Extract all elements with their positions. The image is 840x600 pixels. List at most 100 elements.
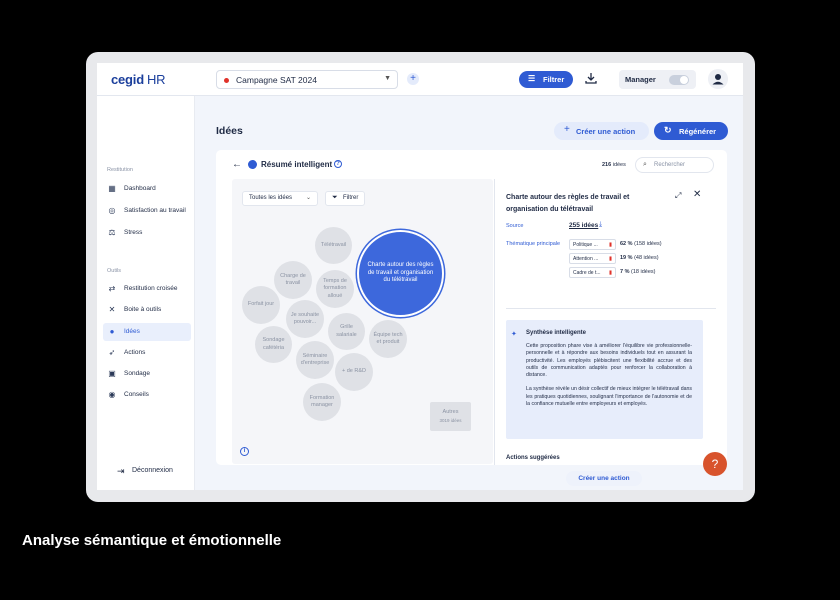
expand-icon[interactable]: ⤢ — [675, 191, 681, 201]
idea-bubble[interactable]: Temps de formation alloué — [316, 270, 354, 308]
bubble-filter-button[interactable]: ⏷ Filtrer — [325, 191, 365, 206]
manager-toggle[interactable] — [669, 75, 689, 85]
sidebar-item-idees[interactable]: ● Idées — [103, 323, 191, 341]
sidebar-item-stress[interactable]: ⚖ Stress — [103, 224, 191, 242]
create-action-button[interactable]: + Créer une action — [554, 122, 649, 140]
sidebar-item-actions[interactable]: ➶ Actions — [103, 344, 191, 362]
idea-bubble[interactable]: Télétravail — [315, 227, 352, 264]
sidebar-item-label: Stress — [124, 229, 143, 236]
bubble-filter-label: Filtrer — [343, 195, 359, 201]
sidebar-item-label: Boite à outils — [124, 306, 162, 313]
sidebar-item-label: Sondage — [124, 370, 151, 377]
ideas-select-label: Toutes les idées — [249, 195, 293, 201]
sidebar-item-dashboard[interactable]: ▦ Dashboard — [103, 180, 191, 198]
idea-bubble[interactable]: Sondage cafétéria — [255, 326, 292, 363]
rocket-icon: ➶ — [108, 348, 116, 357]
bulb-icon: ● — [109, 327, 115, 336]
idea-detail-panel: Charte autour des règles de travail et o… — [494, 179, 727, 486]
theme-tag[interactable]: Attention ... ▮ — [569, 253, 616, 264]
sidebar-item-label: Conseils — [124, 391, 149, 398]
target-icon: ◉ — [108, 390, 116, 399]
theme-count: (18 idées) — [631, 269, 656, 275]
detail-title: Charte autour des règles de travail et o… — [506, 194, 630, 213]
sidebar-item-label: Actions — [124, 349, 146, 356]
help-icon[interactable]: ? — [334, 160, 342, 168]
theme-value: 19 % (48 idées) — [620, 255, 659, 261]
ideas-count-value: 216 — [602, 162, 612, 168]
source-label: Source — [506, 223, 524, 229]
manager-label: Manager — [625, 75, 656, 84]
refresh-icon: ↻ — [664, 125, 672, 135]
ideas-count-unit: idées — [612, 162, 626, 168]
theme-label: Thématique principale — [506, 241, 561, 247]
idea-bubble[interactable]: + de R&D — [335, 353, 373, 391]
search-placeholder: Rechercher — [654, 162, 686, 168]
synthesis-text: Cette proposition phare vise à améliorer… — [526, 343, 692, 415]
create-suggested-action-button[interactable]: Créer une action — [566, 471, 642, 486]
theme-tag[interactable]: Politique ... ▮ — [569, 239, 616, 250]
idea-bubble[interactable]: Grille salariale — [328, 313, 365, 350]
smart-synthesis-box: ✦ Synthèse intelligente Cette propositio… — [506, 320, 703, 439]
logout-icon: ⇥ — [117, 466, 125, 476]
sidebar-item-label: Satisfaction au travail — [124, 207, 186, 214]
logout-label: Déconnexion — [132, 467, 173, 474]
chevron-down-icon: ▼ — [384, 75, 391, 82]
theme-tag[interactable]: Cadre de t... ▮ — [569, 267, 616, 278]
idea-bubble[interactable]: Charge de travail — [274, 261, 312, 299]
info-icon[interactable]: i — [240, 447, 249, 456]
suggested-actions-label: Actions suggérées — [506, 455, 560, 461]
synthesis-title: Synthèse intelligente — [526, 330, 587, 336]
synthesis-paragraph: La synthèse révèle un désir collectif de… — [526, 386, 692, 408]
sidebar: Restitution ▦ Dashboard ◎ Satisfaction a… — [97, 96, 195, 490]
chevron-down-icon: ⌄ — [305, 195, 311, 201]
app-logo[interactable]: cegid HR — [111, 72, 166, 87]
user-avatar-icon[interactable] — [708, 69, 728, 89]
arrows-icon: ⇄ — [108, 284, 116, 293]
idea-bubble[interactable]: Séminaire d'entreprise — [296, 341, 334, 379]
sidebar-item-conseils[interactable]: ◉ Conseils — [103, 386, 191, 404]
sidebar-item-restitution-croisee[interactable]: ⇄ Restitution croisée — [103, 280, 191, 298]
ideas-count: 216 idées — [602, 162, 626, 168]
sidebar-section-tools: Outils — [107, 268, 122, 274]
search-input[interactable]: ⌕ Rechercher — [635, 157, 714, 173]
tools-icon: ✕ — [108, 305, 116, 314]
download-icon[interactable] — [584, 71, 598, 85]
theme-tag-label: Cadre de t... — [573, 270, 601, 276]
download-icon[interactable]: ⤓ — [599, 221, 602, 229]
logo-brand: cegid — [111, 72, 144, 87]
filter-button[interactable]: ☰ Filtrer — [519, 71, 573, 88]
regenerate-button[interactable]: ↻ Régénérer — [654, 122, 728, 140]
funnel-icon: ⏷ — [332, 194, 338, 201]
regenerate-label: Régénérer — [679, 127, 717, 136]
idea-bubble-selected[interactable]: Charte autour des règles de travail et o… — [357, 230, 444, 317]
bar-chart-icon: ▮ — [608, 256, 612, 262]
other-ideas-box[interactable]: Autres 3019 idées — [430, 402, 471, 431]
sliders-icon: ☰ — [528, 74, 536, 83]
idea-bubble[interactable]: Forfait jour — [242, 286, 280, 324]
top-bar: cegid HR Campagne SAT 2024 ▼ + ☰ Filtrer … — [97, 63, 743, 96]
theme-percent: 19 % — [620, 255, 633, 261]
other-ideas-count: 3019 idées — [439, 418, 462, 423]
theme-count: (158 idées) — [634, 241, 662, 247]
theme-value: 62 % (158 idées) — [620, 241, 662, 247]
add-campaign-button[interactable]: + — [407, 73, 419, 85]
caption: Analyse sémantique et émotionnelle — [22, 532, 282, 549]
search-icon: ⌕ — [643, 161, 647, 168]
ideas-select[interactable]: Toutes les idées ⌄ — [242, 191, 318, 206]
other-ideas-label: Autres — [442, 409, 459, 415]
help-button[interactable]: ? — [703, 452, 727, 476]
sidebar-item-boite-a-outils[interactable]: ✕ Boite à outils — [103, 301, 191, 319]
sidebar-item-sondage[interactable]: ▣ Sondage — [103, 365, 191, 383]
campaign-label: Campagne SAT 2024 — [236, 75, 317, 85]
divider — [506, 308, 716, 309]
campaign-select[interactable]: Campagne SAT 2024 ▼ — [216, 70, 398, 89]
theme-tag-label: Politique ... — [573, 242, 598, 248]
bar-chart-icon: ▮ — [608, 242, 612, 248]
idea-bubble[interactable]: Je souhaite pouvoir... — [286, 300, 324, 338]
source-link[interactable]: 255 idées — [569, 222, 598, 229]
close-icon[interactable]: ✕ — [693, 189, 701, 200]
sidebar-item-satisfaction[interactable]: ◎ Satisfaction au travail — [103, 202, 191, 220]
idea-bubble[interactable]: Équipe tech et produit — [369, 320, 407, 358]
back-arrow-icon[interactable]: ← — [232, 159, 242, 170]
idea-bubble[interactable]: Formation manager — [303, 383, 341, 421]
